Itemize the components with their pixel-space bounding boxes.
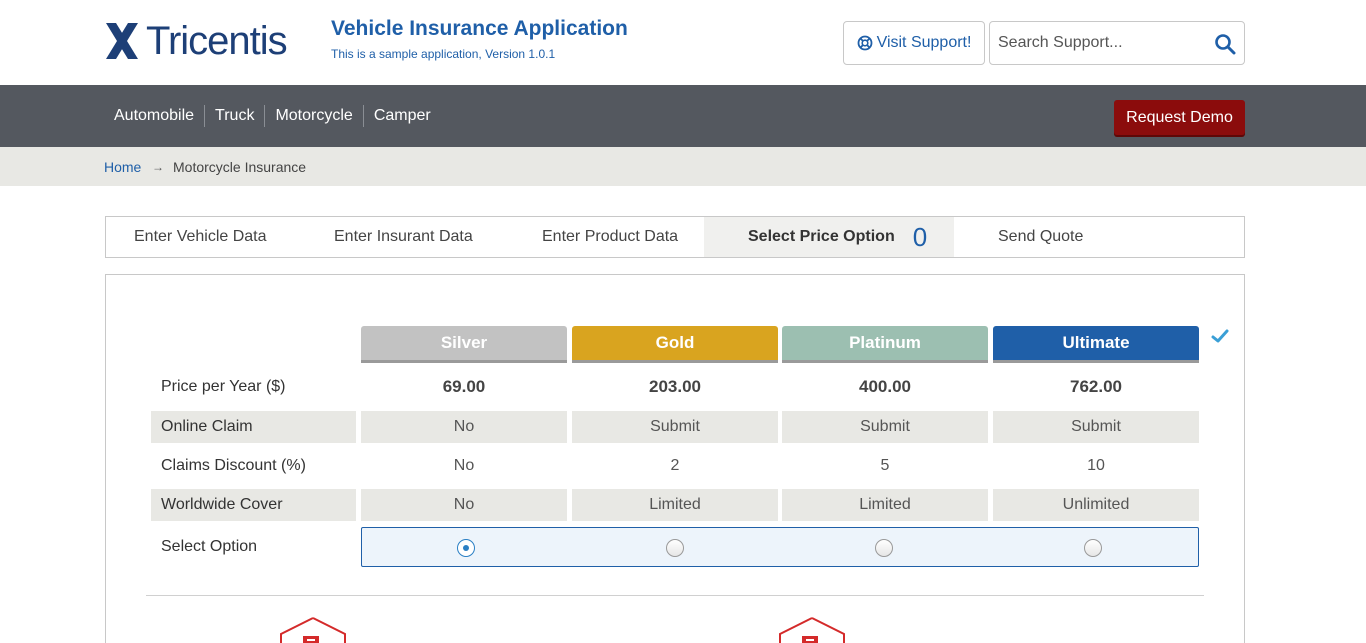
plan-header-silver: Silver [361, 326, 567, 363]
row-label-price: Price per Year ($) [161, 378, 286, 395]
tricentis-logo[interactable]: Tricentis [104, 18, 319, 64]
breadcrumb: Home → Motorcycle Insurance [0, 147, 1366, 186]
radio-select-ultimate[interactable] [1084, 539, 1102, 557]
app-title: Vehicle Insurance Application [331, 17, 628, 40]
visit-support-label: Visit Support! [876, 34, 972, 51]
claims-discount-silver: No [453, 457, 475, 474]
plan-header-platinum: Platinum [782, 326, 988, 363]
nav-item-automobile[interactable]: Automobile [104, 105, 204, 127]
row-label-claims-discount: Claims Discount (%) [161, 457, 306, 474]
plan-header-ultimate: Ultimate [993, 326, 1199, 363]
search-support-box [989, 21, 1245, 65]
search-icon[interactable] [1214, 33, 1236, 55]
radio-select-silver[interactable] [457, 539, 475, 557]
wizard-steps: Enter Vehicle Data Enter Insurant Data E… [105, 216, 1245, 258]
tab-send-quote[interactable]: Send Quote [998, 217, 1083, 257]
tricentis-logo-icon [106, 23, 138, 59]
section-divider [146, 595, 1204, 596]
check-icon [1211, 329, 1229, 343]
nav-menu: Automobile Truck Motorcycle Camper [104, 105, 441, 127]
online-claim-platinum: Submit [782, 411, 988, 443]
step-label: Select Price Option [748, 228, 895, 245]
breadcrumb-arrow-icon: → [152, 160, 164, 174]
online-claim-silver: No [361, 411, 567, 443]
nav-item-truck[interactable]: Truck [204, 105, 264, 127]
request-demo-button[interactable]: Request Demo [1114, 100, 1245, 135]
select-option-group [361, 527, 1199, 567]
radio-select-platinum[interactable] [875, 539, 893, 557]
download-quote-icon[interactable] [279, 616, 347, 643]
worldwide-cover-platinum: Limited [782, 489, 988, 521]
row-label-worldwide-cover: Worldwide Cover [151, 489, 356, 521]
tab-select-price-option[interactable]: Select Price Option 0 [704, 217, 954, 257]
price-platinum: 400.00 [859, 377, 911, 396]
claims-discount-platinum: 5 [880, 457, 890, 474]
breadcrumb-home-link[interactable]: Home [104, 159, 141, 175]
online-claim-gold: Submit [572, 411, 778, 443]
price-ultimate: 762.00 [1070, 377, 1122, 396]
row-label-select-option: Select Option [161, 538, 258, 555]
worldwide-cover-ultimate: Unlimited [993, 489, 1199, 521]
nav-item-camper[interactable]: Camper [362, 105, 441, 127]
app-subtitle: This is a sample application, Version 1.… [331, 47, 556, 61]
step-label: Send Quote [998, 228, 1084, 245]
row-label-online-claim: Online Claim [151, 411, 356, 443]
online-claim-ultimate: Submit [993, 411, 1199, 443]
nav-item-motorcycle[interactable]: Motorcycle [264, 105, 362, 127]
tab-enter-vehicle-data[interactable]: Enter Vehicle Data [134, 217, 267, 257]
worldwide-cover-gold: Limited [572, 489, 778, 521]
claims-discount-gold: 2 [670, 457, 680, 474]
step-error-count: 0 [912, 221, 928, 252]
claims-discount-ultimate: 10 [1087, 457, 1105, 474]
step-label: Enter Product Data [542, 228, 679, 245]
plan-header-gold: Gold [572, 326, 778, 363]
breadcrumb-current: Motorcycle Insurance [173, 159, 307, 175]
price-gold: 203.00 [649, 377, 701, 396]
radio-select-gold[interactable] [666, 539, 684, 557]
step-label: Enter Insurant Data [334, 228, 473, 245]
search-support-input[interactable] [998, 30, 1208, 56]
tab-enter-product-data[interactable]: Enter Product Data [542, 217, 678, 257]
tab-enter-insurant-data[interactable]: Enter Insurant Data [334, 217, 473, 257]
visit-support-button[interactable]: Visit Support! [843, 21, 985, 65]
worldwide-cover-silver: No [361, 489, 567, 521]
price-silver: 69.00 [442, 377, 486, 396]
lifebuoy-icon [857, 35, 872, 51]
logo-text: Tricentis [146, 19, 288, 63]
main-navbar: Automobile Truck Motorcycle Camper Reque… [0, 85, 1366, 147]
email-quote-icon[interactable] [778, 616, 846, 643]
header: Tricentis Vehicle Insurance Application … [0, 0, 1366, 85]
step-label: Enter Vehicle Data [134, 228, 267, 245]
